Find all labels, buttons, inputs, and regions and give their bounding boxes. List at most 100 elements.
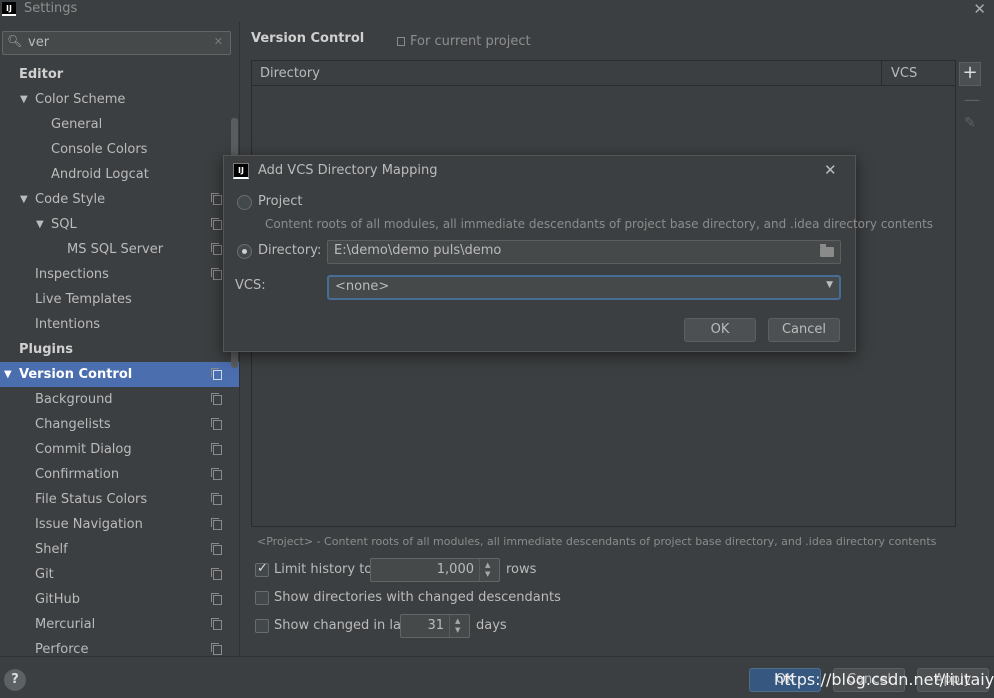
app-logo-icon: IJ [233,163,249,179]
sidebar-item-git[interactable]: Git [0,562,239,587]
sidebar-item-shelf[interactable]: Shelf [0,537,239,562]
project-scope-icon [211,518,222,530]
dialog-cancel-button[interactable]: Cancel [768,318,840,342]
show-dirs-label: Show directories with changed descendant… [274,590,561,605]
sidebar-item-label: Git [35,567,54,582]
sidebar-item-confirmation[interactable]: Confirmation [0,462,239,487]
project-scope-icon [211,643,222,655]
dialog-ok-button[interactable]: OK [684,318,756,342]
directory-radio[interactable] [237,244,252,259]
project-scope-icon [211,193,222,205]
sidebar-item-live-templates[interactable]: Live Templates [0,287,239,312]
sidebar-item-perforce[interactable]: Perforce [0,637,239,656]
show-changed-spinner[interactable]: 31 ▲ ▼ [400,614,470,638]
sidebar-item-inspections[interactable]: Inspections [0,262,239,287]
show-dirs-checkbox[interactable] [255,591,269,605]
sidebar-item-android-logcat[interactable]: Android Logcat [0,162,239,187]
sidebar-item-label: Editor [19,67,64,82]
sidebar-item-issue-navigation[interactable]: Issue Navigation [0,512,239,537]
project-scope-icon [211,568,222,580]
sidebar-item-label: File Status Colors [35,492,148,507]
sidebar-item-label: Perforce [35,642,89,656]
sidebar-item-intentions[interactable]: Intentions [0,312,239,337]
project-radio[interactable] [237,195,252,210]
sidebar-item-console-colors[interactable]: Console Colors [0,137,239,162]
dialog-title: Add VCS Directory Mapping [258,163,438,178]
directory-field[interactable]: E:\demo\demo puls\demo [327,240,841,264]
sidebar-item-label: Color Scheme [35,92,126,107]
show-changed-value: 31 [427,618,444,633]
sidebar-item-general[interactable]: General [0,112,239,137]
expand-arrow-icon[interactable]: ▼ [36,212,44,237]
remove-mapping-icon[interactable]: — [964,90,980,109]
column-divider [881,61,882,86]
sidebar-item-code-style[interactable]: ▼ Code Style [0,187,239,212]
directory-radio-label: Directory: [258,243,322,258]
for-project-text: For current project [410,34,531,49]
app-logo-icon: IJ [2,2,16,16]
sidebar-item-label: Commit Dialog [35,442,132,457]
sidebar-item-label: Android Logcat [51,167,149,182]
sidebar-item-label: Intentions [35,317,101,332]
dialog-close-icon[interactable]: ✕ [824,161,837,179]
project-scope-icon [211,593,222,605]
limit-history-value: 1,000 [436,562,474,577]
vcs-selected-value: <none> [335,279,390,294]
clear-search-icon[interactable]: ✕ [214,35,223,48]
close-icon[interactable]: ✕ [973,0,986,18]
sidebar-item-label: Mercurial [35,617,96,632]
spinner-arrows-icon[interactable]: ▲ ▼ [479,559,499,581]
sidebar-item-label: Plugins [19,342,73,357]
expand-arrow-icon[interactable]: ▼ [20,87,28,112]
edit-mapping-icon[interactable]: ✎ [964,115,976,131]
limit-history-unit: rows [506,562,537,577]
expand-arrow-icon[interactable]: ▼ [20,187,28,212]
sidebar-item-commit-dialog[interactable]: Commit Dialog [0,437,239,462]
project-scope-icon [211,268,222,280]
settings-sidebar: 🔍︎ ver ✕ Editor ▼ Color Scheme General Conso… [0,22,240,656]
watermark-text: https://blog.csdn.net/liutaiyi8 [774,670,994,689]
sidebar-item-label: Console Colors [51,142,148,157]
sidebar-item-background[interactable]: Background [0,387,239,412]
add-mapping-icon[interactable]: + [959,62,981,86]
show-changed-label: Show changed in last [274,618,413,633]
search-icon: 🔍︎ [7,34,23,48]
sidebar-item-sql[interactable]: ▼ SQL [0,212,239,237]
sidebar-item-github[interactable]: GitHub [0,587,239,612]
column-vcs[interactable]: VCS [891,66,917,81]
browse-folder-icon[interactable] [820,244,834,257]
help-button[interactable]: ? [4,669,26,691]
expand-arrow-icon[interactable]: ▼ [4,362,12,387]
add-vcs-mapping-dialog: IJ Add VCS Directory Mapping ✕ Project C… [223,155,933,352]
settings-tree: Editor ▼ Color Scheme General Console Colors… [0,62,239,656]
chevron-down-icon: ▼ [826,280,833,290]
project-scope-icon [211,368,222,380]
sidebar-item-version-control[interactable]: ▼ Version Control [0,362,239,387]
sidebar-item-mercurial[interactable]: Mercurial [0,612,239,637]
limit-history-spinner[interactable]: 1,000 ▲ ▼ [370,558,500,582]
column-directory[interactable]: Directory [260,66,320,81]
sidebar-item-ms-sql-server[interactable]: MS SQL Server [0,237,239,262]
show-changed-checkbox[interactable] [255,619,269,633]
limit-history-label: Limit history to: [274,562,377,577]
search-input[interactable]: 🔍︎ ver ✕ [2,31,231,55]
sidebar-item-label: Inspections [35,267,109,282]
sidebar-item-plugins[interactable]: Plugins [0,337,239,362]
spinner-arrows-icon[interactable]: ▲ ▼ [449,615,469,637]
project-scope-icon [211,543,222,555]
sidebar-item-file-status-colors[interactable]: File Status Colors [0,487,239,512]
limit-history-checkbox[interactable] [255,561,269,577]
sidebar-item-changelists[interactable]: Changelists [0,412,239,437]
directory-value: E:\demo\demo puls\demo [334,243,502,258]
sidebar-item-label: Issue Navigation [35,517,143,532]
vcs-label: VCS: [235,278,266,293]
table-header: Directory VCS [252,61,955,86]
project-scope-icon [211,243,222,255]
sidebar-item-editor[interactable]: Editor [0,62,239,87]
sidebar-item-color-scheme[interactable]: ▼ Color Scheme [0,87,239,112]
project-scope-icon [211,443,222,455]
sidebar-item-label: Live Templates [35,292,132,307]
window-title: Settings [24,1,78,16]
show-changed-unit: days [476,618,507,633]
vcs-dropdown[interactable]: <none> ▼ [327,275,841,300]
